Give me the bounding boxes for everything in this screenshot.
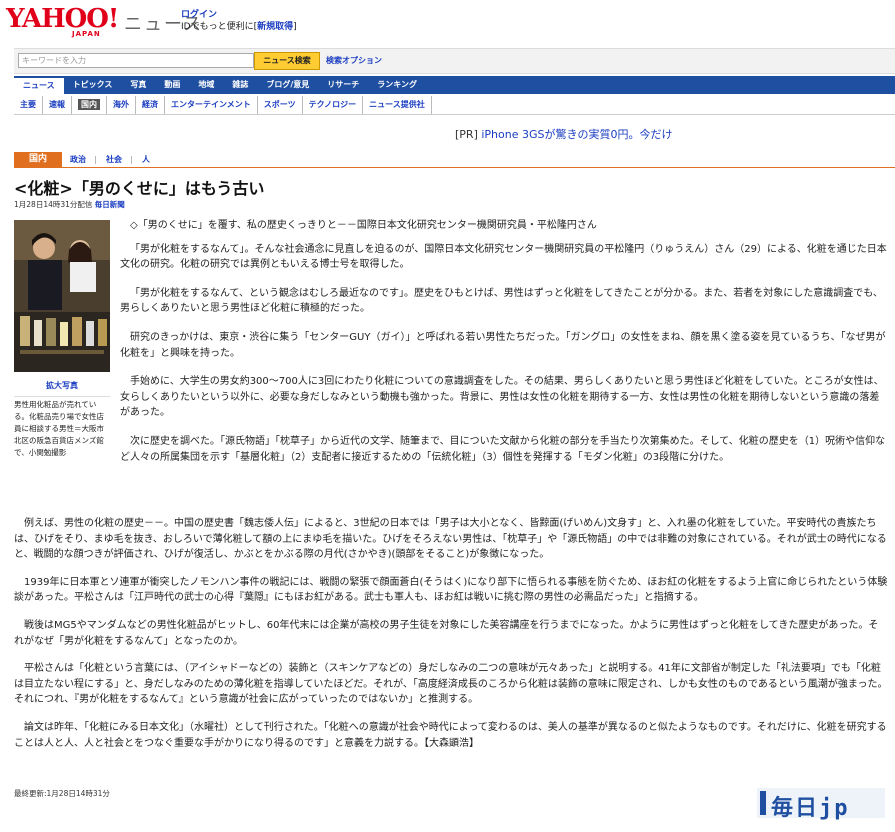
yahoo-japan-logo-sub: JAPAN bbox=[72, 30, 101, 38]
login-note-suffix: ] bbox=[293, 22, 297, 32]
article-headline: <化粧>「男のくせに」はもう古い bbox=[14, 179, 265, 198]
article-paragraph: ◇「男のくせに」を覆す、私の歴史くっきりと－－国際日本文化研究センター機関研究員… bbox=[130, 220, 597, 231]
tab-blogs[interactable]: ブログ/意見 bbox=[257, 76, 318, 94]
sub-tabs: 主要 速報 国内 海外 経済 エンターテインメント スポーツ テクノロジー ニュ… bbox=[14, 96, 895, 115]
subtab-economy[interactable]: 経済 bbox=[136, 96, 165, 114]
category-separator: | bbox=[130, 155, 133, 164]
article-source-link[interactable]: 毎日新聞 bbox=[95, 200, 125, 209]
article-paragraph: 戦後はMG5やマンダムなどの男性化粧品がヒットし、60年代末には企業が高校の男子… bbox=[14, 619, 879, 647]
pr-tag: [PR] bbox=[455, 128, 478, 141]
mainichi-jp-logo[interactable]: 毎日jp bbox=[757, 788, 885, 821]
subtab-world[interactable]: 海外 bbox=[107, 96, 136, 114]
tab-magazines[interactable]: 雑誌 bbox=[223, 76, 257, 94]
tab-topics[interactable]: トピックス bbox=[64, 76, 122, 94]
news-search-button[interactable]: ニュース検索 bbox=[254, 52, 320, 70]
article-dateline: 1月28日14時31分配信 毎日新聞 bbox=[14, 200, 125, 209]
category-people[interactable]: 人 bbox=[142, 152, 150, 167]
tab-news[interactable]: ニュース bbox=[14, 76, 64, 94]
article-paragraph: 例えば、男性の化粧の歴史－－。中国の歴史書「魏志倭人伝」によると、3世紀の日本で… bbox=[14, 518, 887, 561]
article-paragraph: 「男が化粧をするなんて」。そんな社会通念に見直しを迫るのが、国際日本文化研究セン… bbox=[120, 243, 887, 271]
yahoo-japan-logo[interactable]: YAHOO! bbox=[6, 6, 119, 32]
search-options-link[interactable]: 検索オプション bbox=[326, 55, 382, 66]
category-society[interactable]: 社会 bbox=[106, 152, 122, 167]
subtab-entertainment[interactable]: エンターテインメント bbox=[165, 96, 258, 114]
login-note-prefix: IDでもっと便利に[ bbox=[181, 22, 258, 32]
article-body-upper: ◇「男のくせに」を覆す、私の歴史くっきりと－－国際日本文化研究センター機関研究員… bbox=[120, 218, 888, 465]
subtab-technology[interactable]: テクノロジー bbox=[303, 96, 364, 114]
login-area: ログイン IDでもっと便利に[新規取得] bbox=[181, 9, 297, 33]
subtab-main[interactable]: 主要 bbox=[14, 96, 43, 114]
search-input[interactable]: キーワードを入力 bbox=[18, 53, 254, 68]
tab-video[interactable]: 動画 bbox=[155, 76, 189, 94]
enlarge-photo-link[interactable]: 拡大写真 bbox=[14, 380, 110, 391]
photo-illustration bbox=[14, 220, 110, 372]
last-updated: 最終更新:1月28日14時31分 bbox=[14, 789, 110, 798]
tab-local[interactable]: 地域 bbox=[189, 76, 223, 94]
article-photo[interactable] bbox=[14, 220, 110, 372]
article-paragraph: 研究のきっかけは、東京・渋谷に集う「センターGUY（ガイ）」と呼ばれる若い男性た… bbox=[120, 331, 886, 359]
category-politics[interactable]: 政治 bbox=[70, 152, 86, 167]
tab-ranking[interactable]: ランキング bbox=[368, 76, 426, 94]
search-bar: キーワードを入力 ニュース検索 検索オプション bbox=[14, 48, 895, 74]
register-link[interactable]: 新規取得 bbox=[257, 22, 293, 32]
category-separator: | bbox=[94, 155, 97, 164]
category-bar: 国内 政治 | 社会 | 人 bbox=[14, 152, 895, 168]
pr-link[interactable]: iPhone 3GSが驚きの実質0円。今だけ bbox=[481, 128, 672, 141]
article-paragraph: 手始めに、大学生の男女約300～700人に3回にわたり化粧についての意識調査をし… bbox=[120, 376, 884, 419]
logo-text: 毎日jp bbox=[771, 796, 850, 821]
subtab-sports[interactable]: スポーツ bbox=[258, 96, 303, 114]
article-paragraph: 論文は昨年、「化粧にみる日本文化」（水曜社）として刊行された。「化粧への意識が社… bbox=[14, 721, 887, 749]
tab-research[interactable]: リサーチ bbox=[318, 76, 368, 94]
article-body-lower: 例えば、男性の化粧の歴史－－。中国の歴史書「魏志倭人伝」によると、3世紀の日本で… bbox=[14, 516, 888, 751]
article-paragraph: 次に歴史を調べた。「源氏物語」「枕草子」から近代の文学、随筆まで、目についた文献… bbox=[120, 435, 886, 463]
article-paragraph: 1939年に日本軍とソ連軍が衝突したノモンハン事件の戦記には、戦闘の緊張で顔面蒼… bbox=[14, 576, 888, 604]
article-paragraph: 平松さんは「化粧という言葉には、（アイシャドーなどの）装飾と（スキンケアなどの）… bbox=[14, 663, 888, 706]
logo-bar-icon bbox=[760, 791, 766, 815]
tab-photos[interactable]: 写真 bbox=[121, 76, 155, 94]
article-paragraph: 「男が化粧をするなんて、という観念はむしろ最近なのです」。歴史をひもとけば、男性… bbox=[120, 287, 883, 315]
subtab-providers[interactable]: ニュース提供社 bbox=[363, 96, 432, 114]
photo-caption: 男性用化粧品が売れている。化粧品売り場で女性店員に相談する男性＝大阪市北区の阪急… bbox=[14, 396, 110, 459]
subtab-domestic[interactable]: 国内 bbox=[72, 96, 107, 114]
main-tabs: ニュース トピックス 写真 動画 地域 雑誌 ブログ/意見 リサーチ ランキング bbox=[14, 76, 895, 94]
pr-ad[interactable]: [PR] iPhone 3GSが驚きの実質0円。今だけ bbox=[455, 126, 673, 142]
login-link[interactable]: ログイン bbox=[181, 9, 297, 21]
subtab-breaking[interactable]: 速報 bbox=[43, 96, 72, 114]
category-domestic[interactable]: 国内 bbox=[14, 152, 62, 167]
